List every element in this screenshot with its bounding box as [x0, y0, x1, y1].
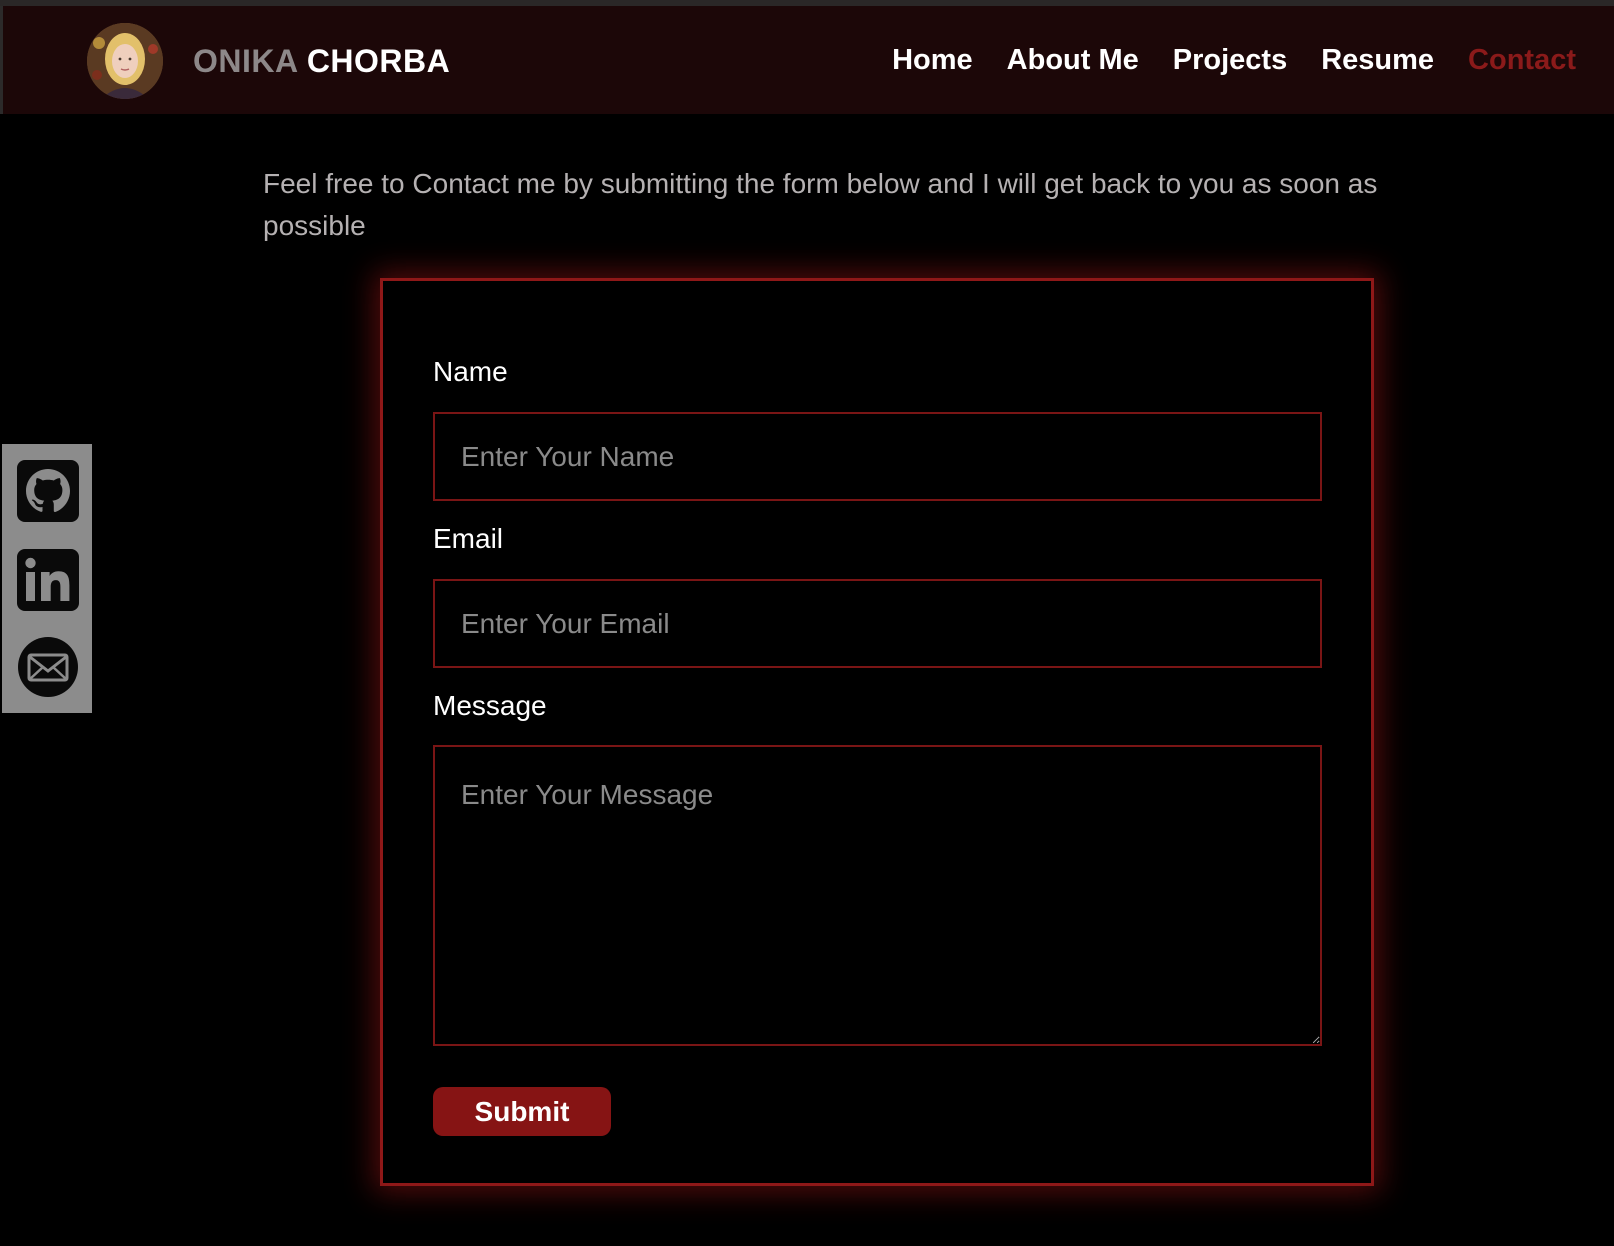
- message-textarea[interactable]: [433, 745, 1322, 1046]
- nav-resume[interactable]: Resume: [1321, 40, 1434, 80]
- nav-about-me[interactable]: About Me: [1007, 40, 1139, 80]
- submit-button[interactable]: Submit: [433, 1087, 611, 1136]
- intro-text: Feel free to Contact me by submitting th…: [263, 168, 1378, 241]
- email-label: Email: [433, 523, 504, 554]
- avatar[interactable]: [87, 23, 163, 99]
- brand-name[interactable]: ONIKA CHORBA: [193, 39, 450, 83]
- message-label: Message: [433, 690, 547, 721]
- nav-home[interactable]: Home: [892, 40, 973, 80]
- linkedin-icon[interactable]: [17, 549, 79, 611]
- social-sidebar: [2, 444, 92, 713]
- name-input[interactable]: [433, 412, 1322, 501]
- name-label: Name: [433, 356, 508, 387]
- brand-last-name: CHORBA: [306, 43, 451, 79]
- avatar-portrait: [87, 23, 163, 99]
- email-input[interactable]: [433, 579, 1322, 668]
- brand-first-name: ONIKA: [193, 43, 298, 79]
- navbar: ONIKA CHORBA Home About Me Projects Resu…: [0, 6, 1614, 114]
- email-icon[interactable]: [17, 636, 79, 698]
- github-icon[interactable]: [17, 460, 79, 522]
- nav-contact[interactable]: Contact: [1468, 40, 1576, 80]
- nav-projects[interactable]: Projects: [1173, 40, 1287, 80]
- main-nav: Home About Me Projects Resume Contact: [892, 40, 1576, 80]
- contact-form: Name Email Message Submit: [380, 278, 1374, 1186]
